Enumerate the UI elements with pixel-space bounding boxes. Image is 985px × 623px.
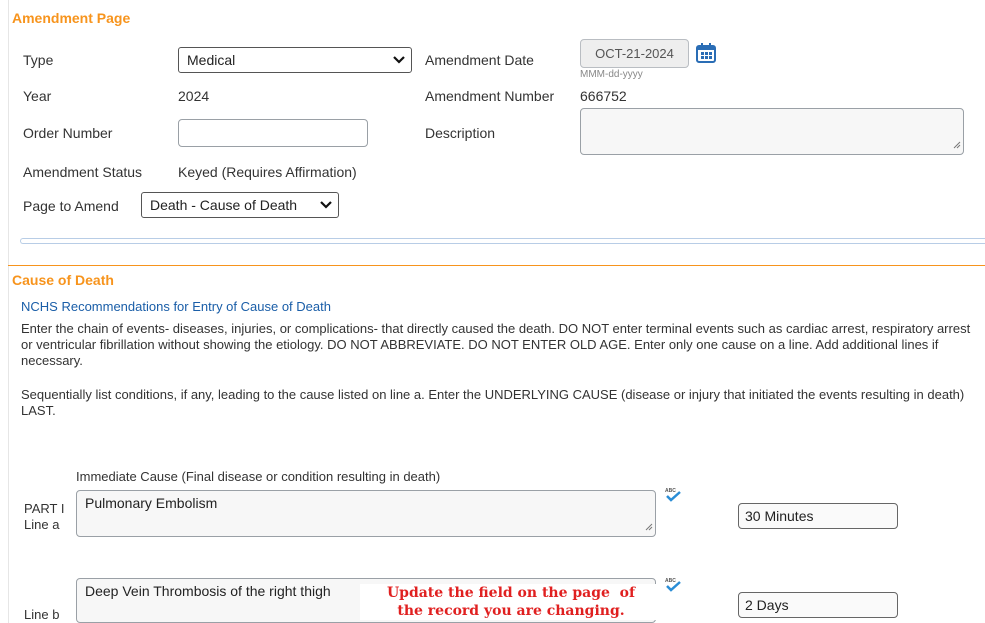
immediate-cause-label: Immediate Cause (Final disease or condit…: [76, 469, 441, 484]
amendment-number-label: Amendment Number: [425, 88, 555, 104]
page-to-amend-label: Page to Amend: [23, 198, 119, 214]
spellcheck-icon[interactable]: ABC: [664, 577, 682, 596]
spellcheck-icon[interactable]: ABC: [664, 487, 682, 506]
description-textarea[interactable]: [580, 108, 964, 155]
left-border: [8, 0, 9, 623]
line-a-interval-input[interactable]: 30 Minutes: [738, 503, 898, 529]
type-label: Type: [23, 52, 54, 68]
line-b-interval-input[interactable]: 2 Days: [738, 592, 898, 618]
part1-label: PART I: [24, 501, 65, 516]
date-format-hint: MMM-dd-yyyy: [580, 69, 643, 80]
chevron-down-icon: [393, 56, 405, 64]
amendment-section-title: Amendment Page: [12, 10, 131, 26]
annotation-line-1: Update the field on the page of: [386, 585, 636, 601]
update-instruction-annotation: Update the field on the page of the reco…: [360, 584, 662, 620]
section-divider: [8, 265, 985, 266]
line-a-value: Pulmonary Embolism: [85, 495, 218, 511]
order-number-input[interactable]: [178, 119, 368, 147]
line-b-value: Deep Vein Thrombosis of the right thigh: [85, 583, 331, 599]
description-label: Description: [425, 125, 496, 141]
svg-text:ABC: ABC: [665, 488, 676, 494]
year-label: Year: [23, 88, 52, 104]
type-select-value: Medical: [187, 52, 236, 68]
amendment-date-label: Amendment Date: [425, 52, 534, 68]
resize-grip-icon[interactable]: [952, 136, 961, 152]
line-a-label: Line a: [24, 517, 60, 532]
chevron-down-icon: [320, 201, 332, 209]
nchs-recommendations-link[interactable]: NCHS Recommendations for Entry of Cause …: [21, 299, 331, 314]
instructions-paragraph-2: Sequentially list conditions, if any, le…: [21, 387, 965, 418]
type-select[interactable]: Medical: [178, 47, 412, 73]
instructions-paragraph-1: Enter the chain of events- diseases, inj…: [21, 321, 971, 368]
line-a-textarea[interactable]: Pulmonary Embolism: [76, 490, 656, 537]
annotation-line-2: the record you are changing.: [397, 603, 625, 619]
amendment-status-value: Keyed (Requires Affirmation): [178, 164, 357, 180]
section-progress-bar: [20, 238, 985, 244]
amendment-number-value: 666752: [580, 88, 627, 104]
resize-grip-icon[interactable]: [644, 518, 653, 534]
page-to-amend-value: Death - Cause of Death: [150, 197, 298, 213]
cause-of-death-section-title: Cause of Death: [12, 272, 114, 288]
calendar-icon[interactable]: [695, 42, 717, 67]
svg-text:ABC: ABC: [665, 578, 676, 584]
line-b-label: Line b: [24, 607, 60, 622]
page-to-amend-select[interactable]: Death - Cause of Death: [141, 192, 339, 218]
amendment-date-input[interactable]: OCT-21-2024: [580, 39, 689, 68]
year-value: 2024: [178, 88, 210, 104]
amendment-status-label: Amendment Status: [23, 164, 143, 180]
order-number-label: Order Number: [23, 125, 113, 141]
